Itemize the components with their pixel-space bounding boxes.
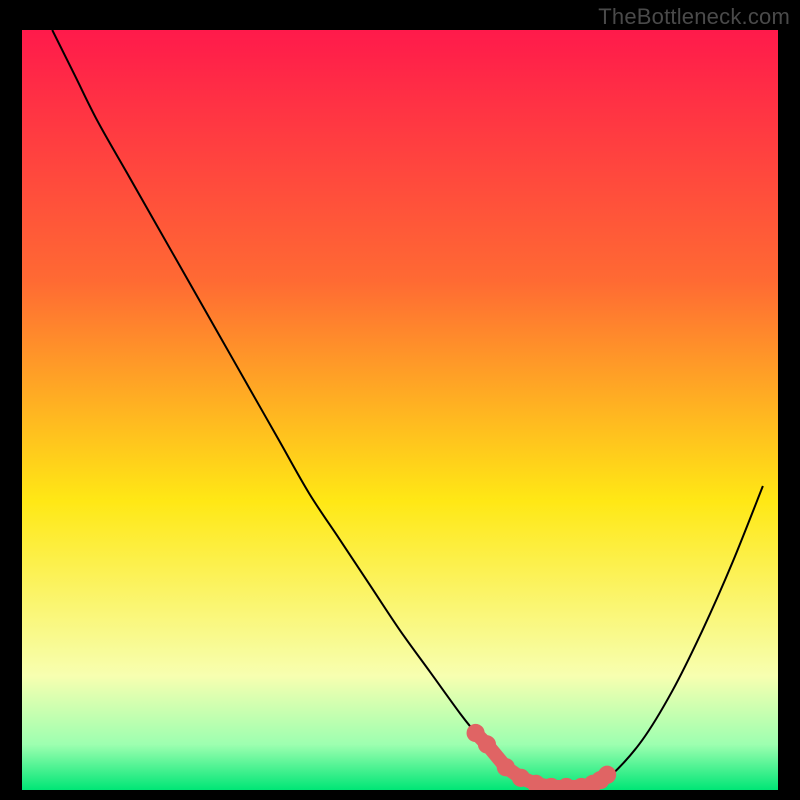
marker-dot <box>478 735 496 753</box>
marker-dot <box>598 766 616 784</box>
watermark-text: TheBottleneck.com <box>598 4 790 30</box>
chart-frame: TheBottleneck.com <box>0 0 800 800</box>
gradient-background <box>22 30 778 790</box>
bottleneck-chart <box>22 30 778 790</box>
plot-area <box>22 30 778 790</box>
marker-dot <box>497 758 515 776</box>
